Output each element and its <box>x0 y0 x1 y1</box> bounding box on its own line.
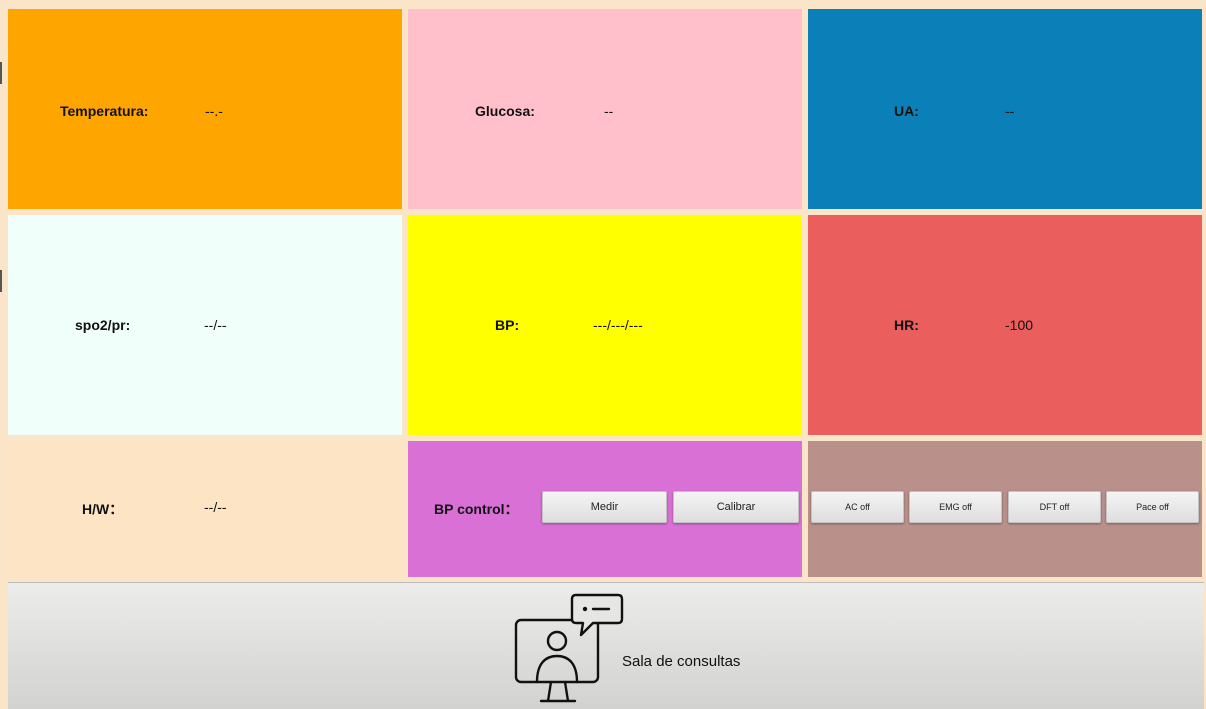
consultation-room-button[interactable]: Sala de consultas <box>513 591 773 709</box>
temperatura-value: --.- <box>205 103 223 119</box>
bp-control-panel: BP control： Medir Calibrar <box>408 441 802 577</box>
temperatura-panel: Temperatura: --.- <box>8 9 402 209</box>
bp-panel: BP: ---/---/--- <box>408 215 802 435</box>
emg-toggle-button[interactable]: EMG off <box>909 491 1002 523</box>
bp-label: BP: <box>495 317 520 333</box>
temperatura-label: Temperatura: <box>60 103 149 119</box>
calibrate-button[interactable]: Calibrar <box>673 491 799 523</box>
bp-value: ---/---/--- <box>593 317 643 333</box>
measure-button[interactable]: Medir <box>542 491 667 523</box>
hr-panel: HR: -100 <box>808 215 1202 435</box>
spo2-value: --/-- <box>204 317 227 333</box>
hw-label: H/W： <box>82 501 124 517</box>
hr-value: -100 <box>1005 317 1034 333</box>
glucosa-panel: Glucosa: -- <box>408 9 802 209</box>
edge-mark <box>0 270 2 292</box>
video-consultation-icon <box>514 593 624 703</box>
bp-control-label: BP control： <box>434 501 519 517</box>
consultation-room-label: Sala de consultas <box>622 653 741 670</box>
spo2-panel: spo2/pr: --/-- <box>8 215 402 435</box>
ua-panel: UA: -- <box>808 9 1202 209</box>
pace-toggle-button[interactable]: Pace off <box>1106 491 1199 523</box>
footer-bar: Sala de consultas <box>8 582 1204 709</box>
ac-toggle-button[interactable]: AC off <box>811 491 904 523</box>
hw-panel: H/W： --/-- <box>8 441 402 577</box>
spo2-label: spo2/pr: <box>75 317 131 333</box>
toggles-panel: AC off EMG off DFT off Pace off <box>808 441 1202 577</box>
ua-label: UA: <box>894 103 919 119</box>
dft-toggle-button[interactable]: DFT off <box>1008 491 1101 523</box>
ua-value: -- <box>1005 103 1015 119</box>
hr-label: HR: <box>894 317 919 333</box>
hw-value: --/-- <box>204 499 227 515</box>
glucosa-label: Glucosa: <box>475 103 535 119</box>
edge-mark <box>0 62 2 84</box>
glucosa-value: -- <box>604 103 614 119</box>
